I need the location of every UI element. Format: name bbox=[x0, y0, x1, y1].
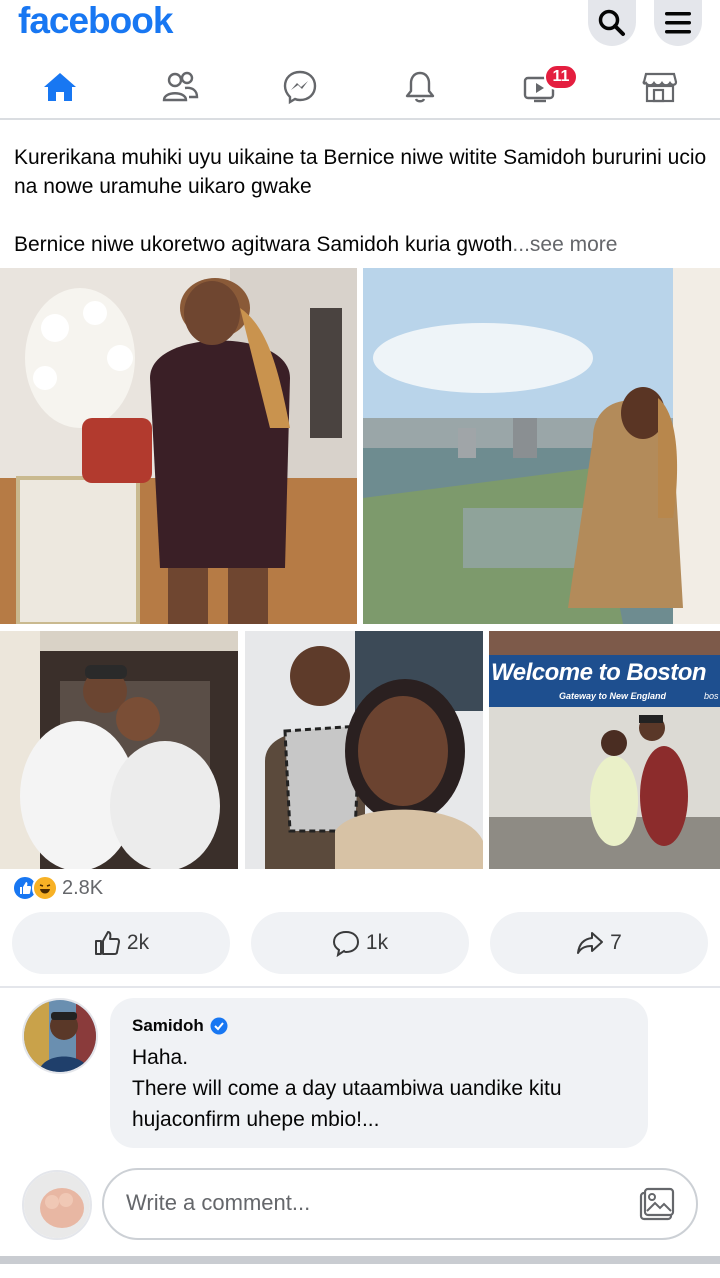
verified-badge-icon bbox=[210, 1017, 228, 1035]
post-paragraph-2-text: Bernice niwe ukoretwo agitwara Samidoh k… bbox=[14, 233, 513, 256]
comment-input[interactable]: Write a comment... bbox=[102, 1168, 698, 1240]
store-icon bbox=[642, 72, 678, 103]
top-bar: facebook bbox=[0, 0, 720, 46]
search-button[interactable] bbox=[588, 0, 636, 46]
post-photo-1[interactable] bbox=[0, 268, 357, 624]
comment-icon bbox=[332, 930, 359, 957]
home-icon bbox=[44, 73, 76, 101]
share-count: 7 bbox=[610, 931, 622, 954]
main-nav: 11 bbox=[0, 58, 720, 120]
comment-line-2: There will come a day utaambiwa uandike … bbox=[132, 1077, 562, 1131]
menu-button[interactable] bbox=[654, 0, 702, 46]
post-paragraph-1: Kurerikana muhiki uyu uikaine ta Bernice… bbox=[14, 146, 707, 198]
bell-icon bbox=[405, 71, 435, 103]
tab-home[interactable] bbox=[0, 58, 120, 116]
search-icon bbox=[598, 9, 625, 36]
comment-count: 1k bbox=[365, 931, 389, 954]
reaction-summary[interactable]: 2.8K bbox=[12, 874, 103, 902]
post-photo-4[interactable] bbox=[245, 631, 483, 869]
user-avatar[interactable] bbox=[22, 1170, 92, 1240]
like-count: 2k bbox=[126, 931, 150, 954]
like-icon bbox=[94, 931, 120, 955]
comment-bubble[interactable]: Samidoh Haha. There will come a day utaa… bbox=[110, 998, 648, 1148]
photo-upload-icon[interactable] bbox=[638, 1187, 676, 1223]
divider bbox=[0, 986, 720, 988]
see-more-link[interactable]: ...see more bbox=[512, 233, 617, 256]
reaction-count: 2.8K bbox=[62, 876, 104, 899]
messenger-icon bbox=[283, 70, 317, 105]
post-photo-2[interactable] bbox=[363, 268, 720, 624]
comment-line-1: Haha. bbox=[132, 1046, 189, 1069]
boston-sign-right: bos bbox=[704, 691, 719, 701]
feed-separator bbox=[0, 1256, 720, 1278]
boston-sign-subtitle: Gateway to New England bbox=[559, 691, 667, 701]
tab-marketplace[interactable] bbox=[600, 58, 720, 116]
haha-reaction-icon bbox=[32, 875, 58, 901]
post-paragraph-2: Bernice niwe ukoretwo agitwara Samidoh k… bbox=[14, 230, 714, 259]
share-icon bbox=[577, 932, 604, 954]
boston-sign-title: Welcome to Boston bbox=[491, 659, 707, 686]
share-button[interactable]: 7 bbox=[490, 912, 708, 974]
menu-icon bbox=[665, 12, 691, 34]
comment-text: Haha. There will come a day utaambiwa ua… bbox=[132, 1042, 626, 1135]
friends-icon bbox=[162, 71, 199, 102]
post-text: Kurerikana muhiki uyu uikaine ta Bernice… bbox=[14, 143, 714, 288]
comment-author[interactable]: Samidoh bbox=[132, 1016, 626, 1036]
tab-messenger[interactable] bbox=[240, 58, 360, 116]
comment-input-placeholder: Write a comment... bbox=[126, 1190, 311, 1215]
post-photo-5[interactable]: Welcome to Boston Gateway to New England… bbox=[489, 631, 720, 869]
post-photo-3[interactable] bbox=[0, 631, 238, 869]
notification-badge: 11 bbox=[544, 64, 578, 90]
tab-friends[interactable] bbox=[120, 58, 240, 116]
tab-watch[interactable]: 11 bbox=[480, 58, 600, 116]
commenter-avatar[interactable] bbox=[22, 998, 98, 1074]
facebook-logo[interactable]: facebook bbox=[18, 0, 173, 42]
tab-notifications[interactable] bbox=[360, 58, 480, 116]
like-button[interactable]: 2k bbox=[12, 912, 230, 974]
comment-button[interactable]: 1k bbox=[251, 912, 469, 974]
comment-author-name[interactable]: Samidoh bbox=[132, 1016, 204, 1036]
